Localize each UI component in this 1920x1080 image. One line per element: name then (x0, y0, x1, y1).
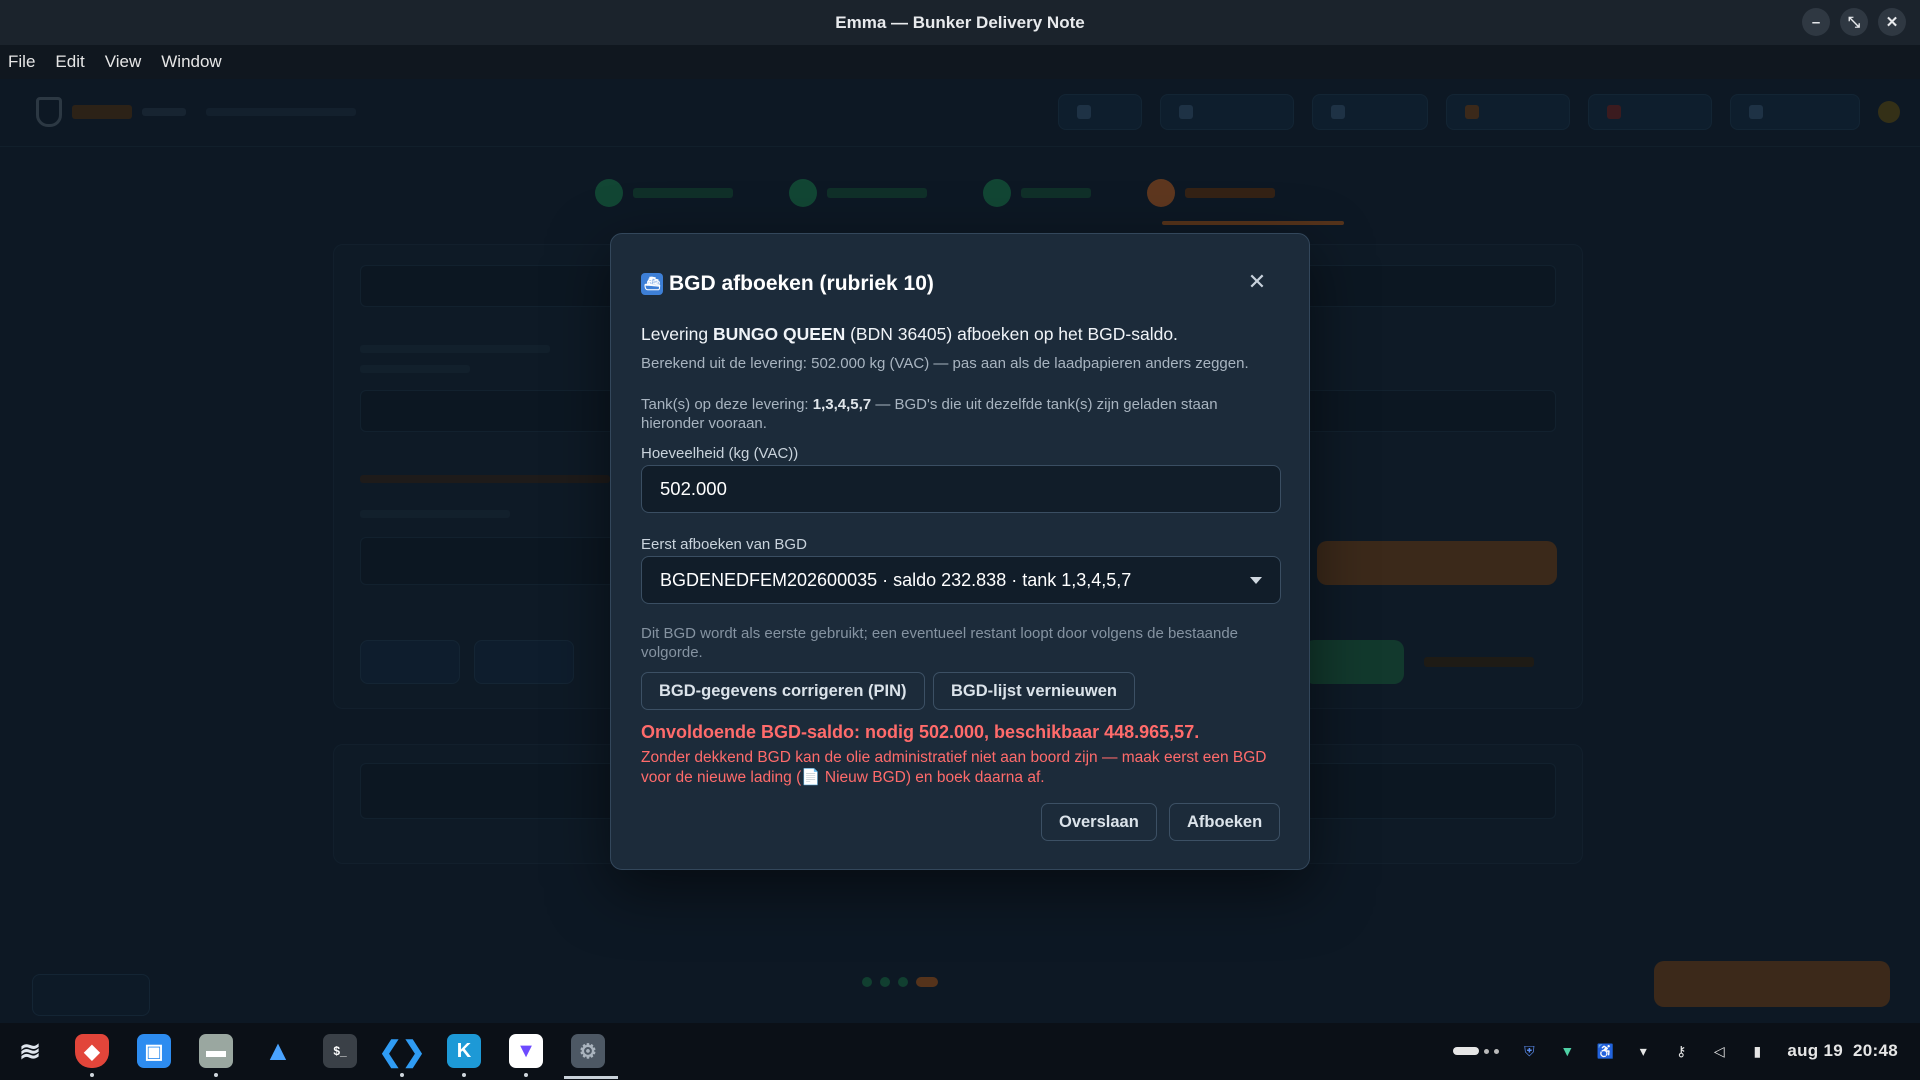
restore-icon[interactable]: ⤡ (1840, 8, 1868, 36)
bgd-select[interactable]: BGDENEDFEM202600035 · saldo 232.838 · ta… (641, 556, 1281, 604)
correct-bgd-button[interactable]: BGD-gegevens corrigeren (PIN) (641, 672, 925, 710)
accessibility-icon[interactable]: ♿ (1597, 1043, 1614, 1059)
workspace-dot (1494, 1048, 1500, 1054)
vessel-name: BUNGO QUEEN (713, 324, 846, 344)
zorin-menu-icon[interactable]: ≋ (6, 1029, 54, 1073)
bgd-booking-dialog: ⛴ BGD afboeken (rubriek 10) ✕ Levering B… (610, 233, 1310, 870)
window-controls: – ⤡ ✕ (1802, 8, 1906, 36)
chevron-down-icon (1250, 577, 1262, 584)
tanks-note: Tank(s) op deze levering: 1,3,4,5,7 — BG… (641, 395, 1281, 433)
quantity-input[interactable]: 502.000 (641, 465, 1281, 513)
quantity-label: Hoeveelheid (kg (VAC)) (641, 445, 799, 462)
proton-vpn-icon[interactable]: ▼ (502, 1029, 550, 1077)
taskbar-apps: ≋ ◆ ▣ ▬ ▲ $_ ❮❯ K ▼ ⚙ (6, 1029, 618, 1079)
delivery-summary: Levering BUNGO QUEEN (BDN 36405) afboeke… (641, 324, 1281, 345)
clock-time: 20:48 (1853, 1041, 1898, 1060)
software-store-icon[interactable]: ▣ (130, 1029, 178, 1073)
vpn-tray-icon[interactable]: ▼ (1559, 1043, 1575, 1059)
clock-date: aug 19 (1787, 1041, 1843, 1060)
running-indicator (462, 1073, 466, 1077)
kate-icon[interactable]: K (440, 1029, 488, 1077)
lead-suffix: (BDN 36405) afboeken op het BGD-saldo. (845, 324, 1178, 344)
arch-app-icon[interactable]: ▲ (254, 1029, 302, 1073)
brave-browser-icon[interactable]: ◆ (68, 1029, 116, 1077)
running-indicator (400, 1073, 404, 1077)
bgd-help-text: Dit BGD wordt als eerste gebruikt; een e… (641, 625, 1239, 661)
error-detail: Zonder dekkend BGD kan de olie administr… (641, 749, 1267, 786)
wifi-icon[interactable]: ▾ (1635, 1043, 1651, 1059)
menu-window[interactable]: Window (161, 52, 221, 72)
running-indicator (214, 1073, 218, 1077)
ship-icon: ⛴ (641, 273, 663, 295)
book-button[interactable]: Afboeken (1169, 803, 1281, 841)
battery-icon[interactable]: ▮ (1749, 1043, 1765, 1059)
minimize-icon[interactable]: – (1802, 8, 1830, 36)
key-icon[interactable]: ⚷ (1673, 1043, 1689, 1059)
menu-edit[interactable]: Edit (55, 52, 84, 72)
vscode-icon[interactable]: ❮❯ (378, 1029, 426, 1077)
dialog-header: ⛴ BGD afboeken (rubriek 10) (641, 272, 934, 296)
menu-view[interactable]: View (105, 52, 142, 72)
refresh-bgd-list-button[interactable]: BGD-lijst vernieuwen (933, 672, 1135, 710)
workspace-dot (1484, 1048, 1490, 1054)
menubar: File Edit View Window (0, 45, 1920, 79)
tanks-value: 1,3,4,5,7 (812, 396, 872, 413)
volume-icon[interactable]: ◁ (1711, 1043, 1727, 1059)
menu-file[interactable]: File (8, 52, 35, 72)
window-titlebar: Emma — Bunker Delivery Note – ⤡ ✕ (0, 0, 1920, 45)
workspace-active (1453, 1047, 1480, 1055)
files-icon[interactable]: ▬ (192, 1029, 240, 1077)
terminal-icon[interactable]: $_ (316, 1029, 364, 1073)
taskbar: ≋ ◆ ▣ ▬ ▲ $_ ❮❯ K ▼ ⚙ ⛨ ▼ ♿ ▾ ⚷ ◁ ▮ aug … (0, 1023, 1920, 1080)
workspace-indicator[interactable] (1453, 1047, 1500, 1055)
running-indicator (90, 1073, 94, 1077)
clock[interactable]: aug 19 20:48 (1787, 1041, 1898, 1061)
bgd-select-label: Eerst afboeken van BGD (641, 536, 807, 553)
shield-icon[interactable]: ⛨ (1521, 1043, 1537, 1059)
tanks-prefix: Tank(s) op deze levering: (641, 396, 813, 413)
calc-note: Berekend uit de levering: 502.000 kg (VA… (641, 355, 1249, 372)
error-message: Onvoldoende BGD-saldo: nodig 502.000, be… (641, 722, 1200, 742)
settings-app-icon[interactable]: ⚙ (564, 1029, 618, 1079)
close-icon[interactable]: ✕ (1245, 269, 1269, 294)
window-title: Emma — Bunker Delivery Note (835, 12, 1085, 32)
skip-button[interactable]: Overslaan (1041, 803, 1157, 841)
dialog-title: BGD afboeken (rubriek 10) (669, 272, 934, 295)
system-tray: ⛨ ▼ ♿ ▾ ⚷ ◁ ▮ aug 19 20:48 (1453, 1041, 1898, 1061)
bgd-selected-value: BGDENEDFEM202600035 · saldo 232.838 · ta… (660, 569, 1132, 590)
lead-prefix: Levering (641, 324, 713, 344)
running-indicator (524, 1073, 528, 1077)
close-window-icon[interactable]: ✕ (1878, 8, 1906, 36)
